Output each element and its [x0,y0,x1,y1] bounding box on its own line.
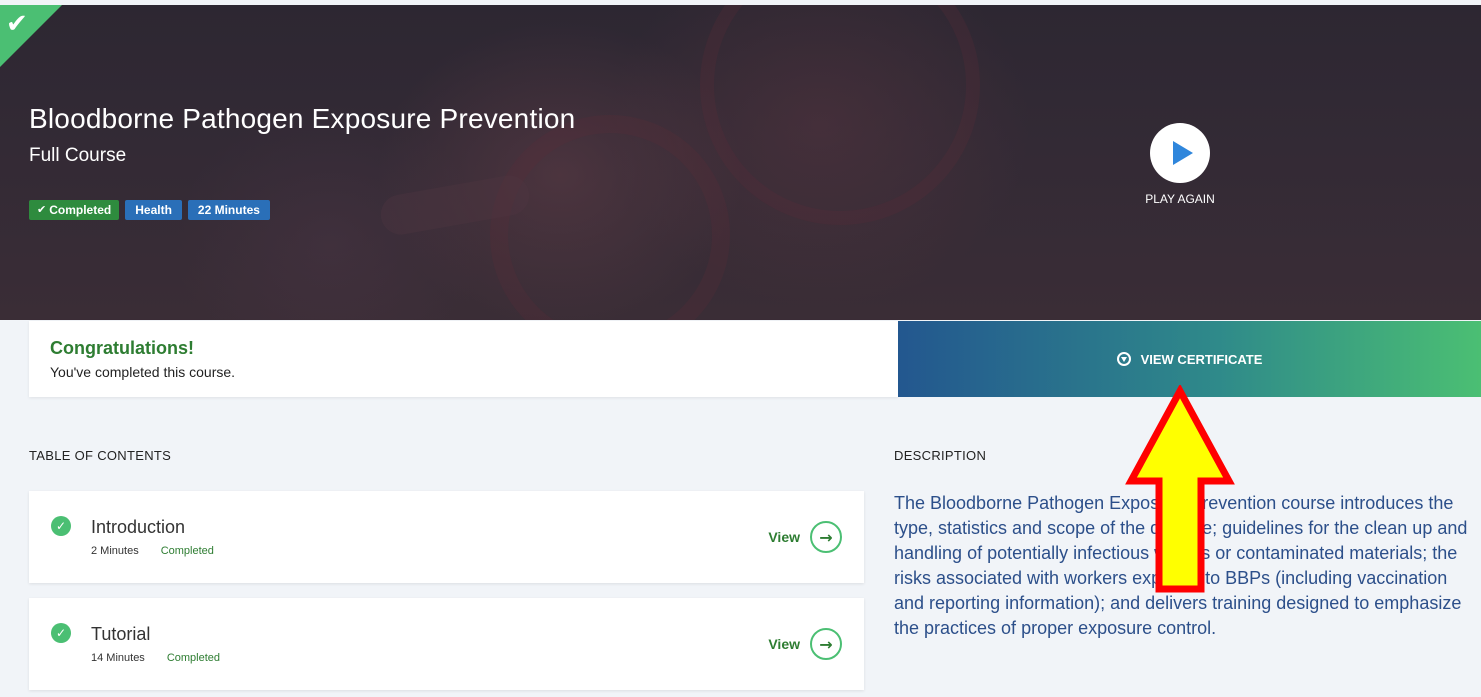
toc-item-tutorial: ✓ Tutorial 14 Minutes Completed View → [29,598,864,690]
arrow-right-icon: → [810,521,842,553]
hero-background-decoration [700,5,980,225]
description-heading: DESCRIPTION [894,448,987,463]
toc-item-duration: 14 Minutes [91,652,145,664]
check-circle-icon: ✓ [51,623,71,643]
congratulations-title: Congratulations! [50,338,194,358]
play-again-button[interactable] [1150,123,1210,183]
course-hero-banner: ✔ Bloodborne Pathogen Exposure Preventio… [0,5,1481,320]
toc-heading: TABLE OF CONTENTS [29,448,172,463]
congratulations-panel: Congratulations! You've completed this c… [29,321,898,397]
view-button[interactable]: View → [768,628,842,660]
toc-item-title: Introduction [91,517,186,537]
play-again-label[interactable]: PLAY AGAIN [1120,192,1240,206]
toc-item-introduction: ✓ Introduction 2 Minutes Completed View … [29,491,864,583]
check-icon: ✔ [6,9,28,39]
course-badges: ✔ Completed Health 22 Minutes [29,200,270,220]
annotation-arrow-shape [1125,385,1235,593]
annotation-arrow-icon [1125,385,1235,593]
course-subtitle: Full Course [29,145,127,166]
toc-item-title: Tutorial [91,624,151,644]
toc-item-duration: 2 Minutes [91,545,139,557]
view-label: View [768,636,800,652]
view-label: View [768,529,800,545]
download-circle-icon [1116,352,1131,366]
congratulations-text: You've completed this course. [50,364,236,380]
view-button[interactable]: View → [768,521,842,553]
toc-item-meta: 2 Minutes Completed [91,545,214,557]
toc-item-status: Completed [160,545,214,557]
course-page: ✔ Bloodborne Pathogen Exposure Preventio… [0,0,1481,697]
toc-item-meta: 14 Minutes Completed [91,652,220,664]
status-badge-completed: ✔ Completed [29,200,120,220]
play-icon [1172,141,1193,165]
view-certificate-label: VIEW CERTIFICATE [1140,351,1263,367]
arrow-right-icon: → [810,628,842,660]
check-circle-icon: ✓ [51,516,71,536]
hero-background-decoration [490,115,730,320]
course-title: Bloodborne Pathogen Exposure Prevention [29,103,576,134]
check-icon: ✔ [37,203,47,216]
category-badge: Health [125,200,182,220]
toc-item-status: Completed [166,652,221,664]
duration-badge: 22 Minutes [187,200,270,220]
badge-label: Completed [49,203,112,217]
